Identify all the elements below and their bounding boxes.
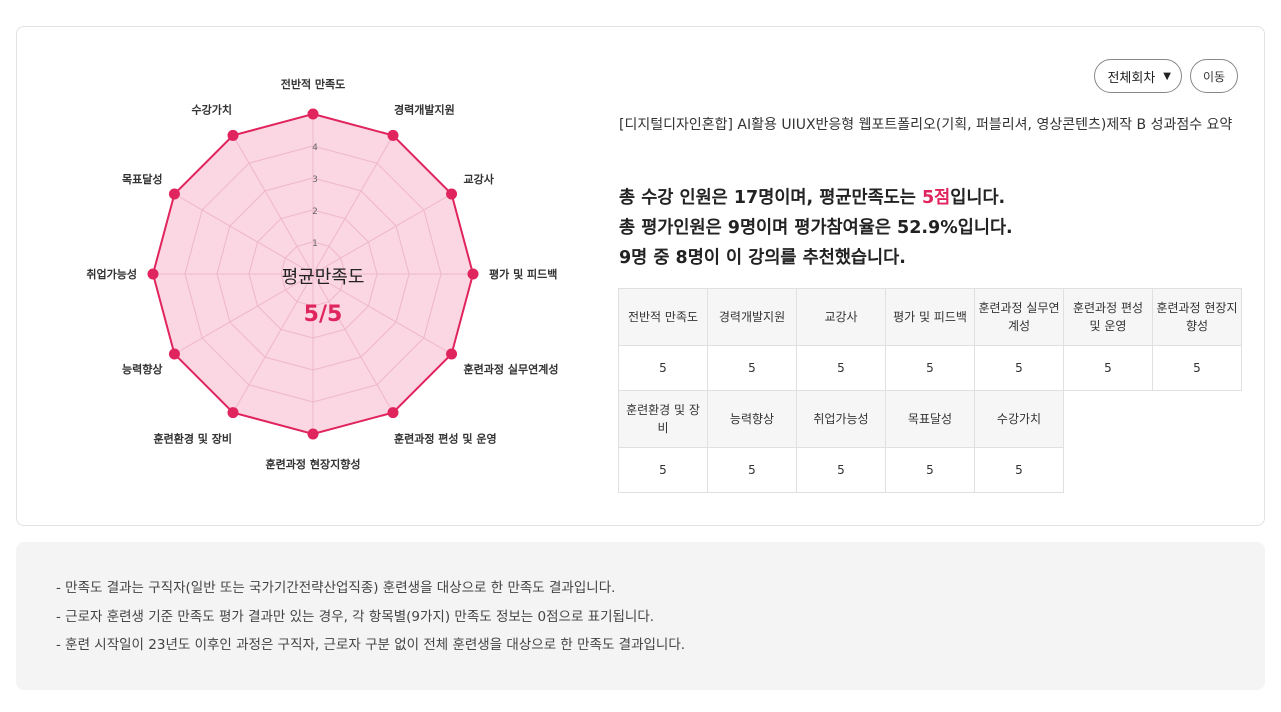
axis-label: 훈련과정 편성 및 운영	[394, 432, 497, 446]
score-table: 전반적 만족도 경력개발지원 교강사 평가 및 피드백 훈련과정 실무연계성 훈…	[618, 288, 1242, 493]
satisfaction-card: 1 2 3 4 전반적 만족도 경력개발지원 교강사 평가 및 피드백 훈련과정 실무연계성 훈련…	[16, 26, 1265, 526]
data-point	[227, 407, 239, 419]
table-header: 훈련과정 실무연계성	[974, 288, 1064, 346]
table-header: 능력향상	[707, 390, 797, 448]
note-item: - 만족도 결과는 구직자(일반 또는 국가기간전략산업직종) 훈련생을 대상으…	[56, 580, 616, 596]
table-header: 전반적 만족도	[618, 288, 708, 346]
data-point	[387, 407, 399, 419]
table-header-row: 훈련환경 및 장비 능력향상 취업가능성 목표달성 수강가치	[618, 390, 1242, 448]
axis-label: 교강사	[464, 172, 495, 186]
data-point	[307, 108, 319, 120]
axis-label: 능력향상	[122, 362, 162, 376]
table-header: 취업가능성	[796, 390, 886, 448]
summary-line-1-pre: 총 수강 인원은 17명이며, 평균만족도는	[619, 188, 922, 208]
axis-label: 평가 및 피드백	[489, 267, 557, 281]
round-select-value: 전체회차	[1107, 70, 1156, 86]
axis-label: 목표달성	[122, 172, 162, 186]
table-header: 훈련환경 및 장비	[618, 390, 708, 448]
go-button[interactable]: 이동	[1190, 59, 1238, 93]
axis-label: 훈련과정 실무연계성	[464, 362, 559, 376]
summary-line-1: 총 수강 인원은 17명이며, 평균만족도는 5점입니다.	[619, 183, 1239, 213]
axis-label: 수강가치	[192, 102, 232, 116]
radar-chart: 1 2 3 4 전반적 만족도경력개발지원교강사평가 및 피드백훈련과정 실무연계성훈련…	[57, 67, 617, 517]
summary-line-3: 9명 중 8명이 이 강의를 추천했습니다.	[619, 248, 906, 268]
table-cell: 5	[1063, 345, 1153, 391]
table-header: 수강가치	[974, 390, 1064, 448]
table-header: 훈련과정 현장지향성	[1152, 288, 1242, 346]
empty-cell	[1064, 448, 1153, 493]
table-cell: 5	[974, 447, 1064, 493]
data-point	[446, 188, 458, 200]
table-header: 경력개발지원	[707, 288, 797, 346]
center-title: 평균만족도	[282, 267, 365, 288]
tick-label: 1	[312, 239, 318, 249]
tick-label: 3	[312, 175, 318, 185]
note-item: - 훈련 시작일이 23년도 이후인 과정은 구직자, 근로자 구분 없이 전체…	[56, 637, 686, 653]
table-cell: 5	[796, 345, 886, 391]
average-score: 5점	[921, 188, 951, 208]
axis-label: 취업가능성	[86, 267, 137, 281]
empty-cell	[1153, 448, 1242, 493]
center-value: 5/5	[304, 302, 343, 327]
notes-box: - 만족도 결과는 구직자(일반 또는 국가기간전략산업직종) 훈련생을 대상으…	[16, 542, 1265, 690]
round-select[interactable]: 전체회차 ▼	[1094, 59, 1182, 93]
data-point	[387, 129, 399, 141]
table-cell: 5	[1152, 345, 1242, 391]
summary: 총 수강 인원은 17명이며, 평균만족도는 5점입니다. 총 평가인원은 9명…	[619, 183, 1239, 273]
data-point	[168, 348, 180, 360]
table-header: 교강사	[796, 288, 886, 346]
table-cell: 5	[885, 447, 975, 493]
table-cell: 5	[974, 345, 1064, 391]
table-header: 훈련과정 편성 및 운영	[1063, 288, 1153, 346]
table-row: 5 5 5 5 5	[618, 447, 1242, 493]
data-point	[227, 129, 239, 141]
tick-label: 4	[312, 143, 318, 153]
chevron-down-icon: ▼	[1163, 70, 1171, 82]
table-header: 목표달성	[885, 390, 975, 448]
table-cell: 5	[707, 447, 797, 493]
table-header: 평가 및 피드백	[885, 288, 975, 346]
table-cell: 5	[618, 447, 708, 493]
controls: 전체회차 ▼ 이동	[1094, 59, 1238, 93]
table-header-row: 전반적 만족도 경력개발지원 교강사 평가 및 피드백 훈련과정 실무연계성 훈…	[618, 288, 1242, 346]
table-cell: 5	[618, 345, 708, 391]
note-item: - 근로자 훈련생 기준 만족도 평가 결과만 있는 경우, 각 항목별(9가지…	[56, 608, 655, 625]
table-cell: 5	[796, 447, 886, 493]
summary-line-2: 총 평가인원은 9명이며 평가참여율은 52.9%입니다.	[619, 218, 1013, 238]
radar-svg: 1 2 3 4 전반적 만족도경력개발지원교강사평가 및 피드백훈련과정 실무연계성훈련…	[86, 77, 559, 471]
data-point	[147, 268, 159, 280]
summary-line-1-post: 입니다.	[950, 188, 1006, 208]
table-row: 5 5 5 5 5 5 5	[618, 345, 1242, 391]
tick-label: 2	[312, 207, 318, 217]
axis-label: 훈련환경 및 장비	[154, 432, 233, 446]
empty-cell	[1064, 391, 1153, 448]
data-point	[307, 428, 319, 440]
table-cell: 5	[707, 345, 797, 391]
course-title: [디지털디자인혼합] AI활용 UIUX반응형 웹포트폴리오(기획, 퍼블리셔,…	[619, 117, 1233, 133]
axis-label: 훈련과정 현장지향성	[266, 457, 361, 471]
data-point	[168, 188, 180, 200]
table-cell: 5	[885, 345, 975, 391]
data-point	[467, 268, 479, 280]
axis-label: 경력개발지원	[394, 102, 455, 116]
data-point	[446, 348, 458, 360]
empty-cell	[1153, 391, 1242, 448]
axis-label: 전반적 만족도	[281, 77, 346, 91]
